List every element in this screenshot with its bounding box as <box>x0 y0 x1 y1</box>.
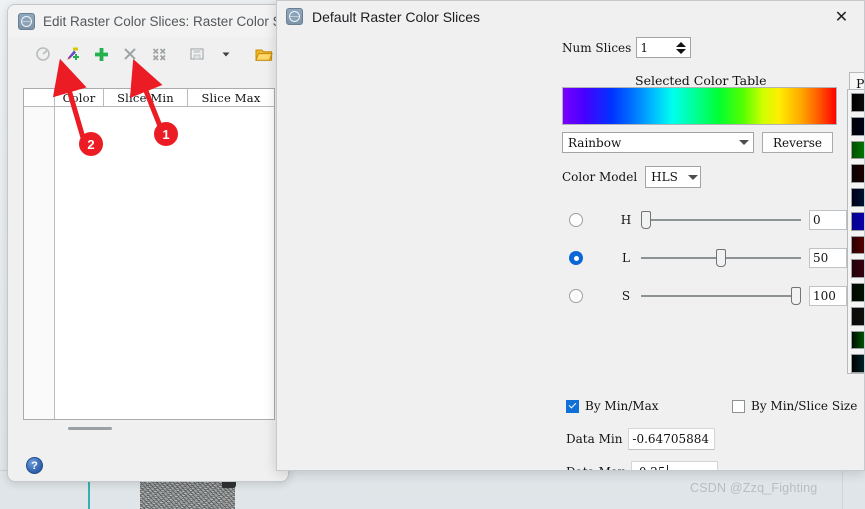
radio-l[interactable] <box>569 251 583 265</box>
slider-label-h: H <box>620 213 632 227</box>
by-min-max-row[interactable]: By Min/Max <box>566 399 659 413</box>
table-col-slice-min[interactable]: Slice Min <box>104 89 188 106</box>
chevron-down-icon <box>688 174 699 180</box>
delete-all-icon[interactable] <box>146 41 172 67</box>
ramp-item-black-cyan-blue-magenta-red[interactable] <box>851 354 864 373</box>
ramp-item-black-olive-white[interactable] <box>851 306 864 326</box>
ramp-item-blue-violet-red-yellow-white[interactable] <box>851 211 864 231</box>
num-slices-label: Num Slices <box>562 40 632 55</box>
ramp-name-dropdown[interactable]: Rainbow <box>562 132 754 153</box>
slider-label-s: S <box>621 289 631 303</box>
data-max-value: -0.25 <box>635 465 666 471</box>
ramp-item-dark-red-pink-white[interactable] <box>851 259 864 278</box>
data-min-input[interactable]: -0.64705884 <box>628 428 716 450</box>
table-col-slice-max[interactable]: Slice Max <box>188 89 274 106</box>
table-horizontal-scrollbar[interactable] <box>68 424 112 432</box>
data-max-label: Data Max <box>566 465 625 470</box>
rainbow-gradient <box>563 88 836 124</box>
stepper-arrows[interactable] <box>676 41 687 54</box>
ramp-item-green-red-magenta-violet[interactable] <box>851 140 864 160</box>
num-slices-row: Num Slices 1 <box>562 37 692 58</box>
color-model-dropdown[interactable]: HLS <box>645 166 702 188</box>
ramp-item-black-blue-cyan[interactable] <box>851 116 864 136</box>
left-window-toolbar <box>8 37 288 71</box>
ramp-select-row: Rainbow Reverse <box>562 132 834 153</box>
color-slices-table: Color Slice Min Slice Max <box>23 88 275 420</box>
help-button[interactable]: ? <box>26 457 43 474</box>
add-icon[interactable] <box>88 41 114 67</box>
save-icon[interactable] <box>184 41 210 67</box>
table-rowheader-column <box>24 107 55 419</box>
slider-label-l: L <box>622 251 630 265</box>
default-raster-color-slices-dialog: Default Raster Color Slices ✕ Num Slices… <box>276 0 865 471</box>
refresh-icon[interactable] <box>30 41 56 67</box>
color-model-label: Color Model <box>562 170 638 184</box>
slider-track-l[interactable] <box>641 248 801 268</box>
close-icon[interactable]: ✕ <box>819 1 864 32</box>
selected-color-table-label: Selected Color Table <box>635 73 767 88</box>
ramp-item-black-white[interactable] <box>851 93 864 112</box>
watermark: CSDN @Zzq_Fighting <box>690 481 818 495</box>
table-body[interactable] <box>24 107 274 419</box>
app-globe-icon <box>286 8 303 25</box>
edit-colors-icon[interactable] <box>59 41 85 67</box>
data-min-label: Data Min <box>566 432 623 446</box>
slider-value-h[interactable]: 0 <box>809 210 847 230</box>
predefined-ramps-list[interactable] <box>848 90 864 373</box>
data-max-row: Data Max -0.25 <box>566 461 718 471</box>
slider-track-h[interactable] <box>641 210 801 230</box>
ramp-item-blue-green-red-yellow[interactable] <box>851 188 864 207</box>
table-header-row: Color Slice Min Slice Max <box>24 89 274 107</box>
annotation-badge-2: 2 <box>79 132 103 156</box>
dialog-titlebar: Default Raster Color Slices ✕ <box>277 1 864 32</box>
slider-thumb-l[interactable] <box>716 249 726 267</box>
text-caret <box>666 465 668 470</box>
slider-value-l[interactable]: 50 <box>809 248 847 268</box>
slider-row-l: L 50 <box>569 248 847 268</box>
annotation-badge-1: 1 <box>154 122 178 146</box>
predefined-ramps-panel <box>847 89 864 374</box>
num-slices-value: 1 <box>640 40 648 55</box>
ramp-item-green-blue-magenta-white[interactable] <box>851 330 864 350</box>
by-min-slice-size-row[interactable]: By Min/Slice Size <box>732 399 857 413</box>
radio-s[interactable] <box>569 289 583 303</box>
color-model-row: Color Model HLS <box>562 166 702 188</box>
open-icon[interactable] <box>251 41 277 67</box>
chevron-down-icon <box>739 140 749 145</box>
by-min-slice-size-checkbox[interactable] <box>732 399 745 413</box>
slider-row-h: H 0 <box>569 210 847 230</box>
reverse-button[interactable]: Reverse <box>762 132 834 153</box>
left-window-titlebar: Edit Raster Color Slices: Raster Color S… <box>8 5 288 37</box>
app-globe-icon <box>18 12 35 30</box>
table-col-color[interactable]: Color <box>55 89 104 106</box>
dialog-title: Default Raster Color Slices <box>312 8 481 25</box>
selected-color-table-preview[interactable] <box>562 87 837 125</box>
color-model-value: HLS <box>651 170 678 184</box>
ramp-item-dark-red-green-blue-dark[interactable] <box>851 235 864 255</box>
slider-track-s[interactable] <box>641 286 801 306</box>
slider-row-s: S 100 <box>569 286 847 306</box>
slider-value-s[interactable]: 100 <box>809 286 847 306</box>
background-divider-right <box>842 470 843 509</box>
by-min-slice-size-label: By Min/Slice Size <box>751 399 858 413</box>
slider-thumb-s[interactable] <box>791 287 801 305</box>
radio-h[interactable] <box>569 213 583 227</box>
delete-icon[interactable] <box>117 41 143 67</box>
stepper-down-icon[interactable] <box>676 48 687 54</box>
table-col-rownum[interactable] <box>24 89 55 106</box>
num-slices-stepper[interactable]: 1 <box>636 37 692 58</box>
by-min-max-checkbox[interactable] <box>566 399 579 413</box>
ramp-item-black-red-orange[interactable] <box>851 164 864 183</box>
ramp-item-black-green-yellow[interactable] <box>851 283 864 302</box>
data-max-input[interactable]: -0.25 <box>630 461 718 471</box>
ramp-name-value: Rainbow <box>568 135 622 150</box>
edit-raster-color-slices-window: Edit Raster Color Slices: Raster Color S… <box>7 4 289 482</box>
save-dropdown-icon[interactable] <box>213 41 239 67</box>
left-window-title: Edit Raster Color Slices: Raster Color S… <box>43 13 288 29</box>
data-min-row: Data Min -0.64705884 <box>566 428 716 450</box>
by-min-max-label: By Min/Max <box>585 399 659 413</box>
slider-thumb-h[interactable] <box>641 211 651 229</box>
stepper-up-icon[interactable] <box>676 41 687 47</box>
